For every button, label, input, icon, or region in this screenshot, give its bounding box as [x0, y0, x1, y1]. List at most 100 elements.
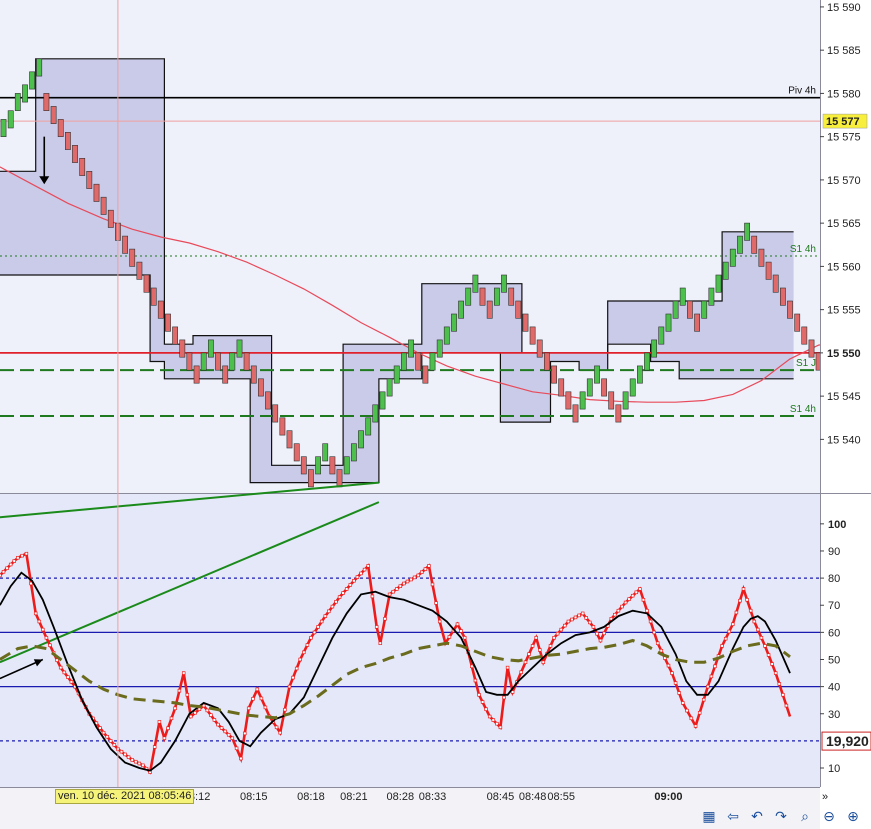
renko-brick	[565, 391, 572, 410]
price-tick-label: 15 585	[827, 45, 861, 57]
oscillator-marker	[470, 664, 474, 669]
oscillator-marker	[584, 616, 588, 620]
oscillator-marker	[230, 736, 235, 740]
oscillator-marker	[101, 730, 106, 735]
oscillator-marker	[455, 622, 460, 626]
oscillator-marker	[44, 636, 49, 640]
renko-brick	[107, 209, 114, 228]
time-tick-label: 08:55	[547, 791, 575, 803]
oscillator-marker	[706, 684, 710, 689]
oscillator-marker	[709, 674, 714, 679]
back-arrow-icon[interactable]: ⇦	[724, 808, 742, 826]
oscillator-marker	[641, 598, 646, 602]
renko-brick	[758, 248, 765, 267]
chart-canvas[interactable]: Piv 4h S1 4h S1 J S1 4h 15 540 15 545 15 550 15…	[0, 0, 871, 829]
renko-brick	[272, 404, 279, 423]
oscillator-marker	[327, 609, 331, 614]
oscillator-marker	[212, 718, 217, 722]
oscillator-marker	[673, 681, 678, 685]
oscillator-marker	[8, 562, 13, 567]
oscillator-marker	[616, 608, 621, 613]
renko-brick	[157, 300, 164, 319]
renko-brick	[722, 261, 729, 280]
oscillator-marker	[548, 644, 553, 648]
oscillator-marker	[648, 619, 653, 624]
renko-brick	[572, 404, 579, 423]
oscillator-marker	[652, 630, 656, 635]
oscillator-marker	[173, 706, 177, 711]
renko-brick	[136, 261, 143, 280]
oscillator-marker	[602, 631, 606, 636]
renko-brick	[379, 391, 386, 410]
oscillator-marker	[383, 617, 387, 621]
oscillator-marker	[756, 627, 760, 632]
time-tick-label: 08:15	[240, 791, 268, 803]
renko-brick	[50, 106, 57, 125]
oscillator-marker	[731, 622, 735, 626]
renko-brick	[751, 235, 758, 254]
oscillator-marker	[62, 670, 67, 675]
oscillator-marker	[666, 663, 671, 668]
oscillator-marker	[447, 635, 452, 639]
renko-brick	[737, 235, 743, 254]
renko-brick	[79, 158, 86, 176]
renko-brick	[250, 365, 257, 384]
renko-brick	[529, 326, 536, 345]
oscillator-marker	[405, 579, 410, 584]
redo-icon[interactable]: ↷	[772, 808, 790, 826]
oscillator-marker	[487, 714, 492, 719]
renko-brick	[515, 300, 522, 319]
oscillator-value-label: 19,920	[826, 733, 869, 749]
oscillator-marker	[243, 731, 247, 736]
renko-brick	[601, 378, 607, 397]
renko-brick	[508, 287, 515, 306]
renko-brick	[14, 93, 21, 112]
oscillator-marker	[770, 662, 774, 666]
oscillator-marker	[126, 755, 131, 759]
renko-brick	[229, 352, 236, 371]
renko-brick	[265, 391, 271, 410]
chart-settings-icon[interactable]: ▦	[700, 808, 718, 826]
oscillator-marker	[251, 697, 255, 701]
renko-brick	[122, 235, 128, 254]
renko-brick	[701, 300, 708, 319]
oscillator-marker	[588, 620, 592, 625]
oscillator-marker	[119, 749, 124, 754]
renko-brick	[801, 326, 808, 345]
oscillator-marker	[330, 604, 335, 609]
zoom-in-icon[interactable]: ⊕	[844, 808, 862, 826]
renko-brick	[551, 365, 557, 384]
oscillator-marker	[670, 671, 674, 675]
cursor-date-label: ven. 10 déc. 2021 08:05:46	[55, 789, 195, 804]
renko-brick	[443, 326, 450, 345]
oscillator-marker	[130, 758, 134, 762]
zoom-fit-icon[interactable]: ⌕	[796, 808, 814, 826]
oscillator-marker	[305, 643, 310, 647]
oscillator-tick-label: 30	[828, 709, 840, 721]
oscillator-marker	[69, 680, 74, 684]
undo-icon[interactable]: ↶	[748, 808, 766, 826]
time-tick-label: 08:21	[340, 791, 368, 803]
renko-brick	[622, 391, 629, 410]
oscillator-marker	[246, 706, 251, 711]
oscillator-marker	[352, 579, 356, 583]
oscillator-marker	[741, 587, 746, 591]
renko-brick	[651, 339, 657, 358]
renko-brick	[186, 352, 193, 371]
renko-brick	[350, 443, 357, 462]
renko-brick	[293, 443, 300, 462]
oscillator-marker	[319, 619, 324, 624]
zoom-out-icon[interactable]: ⊖	[820, 808, 838, 826]
renko-brick	[372, 404, 379, 423]
renko-brick	[257, 378, 264, 397]
renko-brick	[86, 171, 93, 189]
oscillator-marker	[169, 716, 174, 721]
renko-brick	[93, 183, 100, 202]
oscillator-marker	[316, 625, 320, 629]
oscillator-tick-label: 80	[828, 573, 840, 585]
oscillator-marker	[681, 701, 685, 705]
time-tick-label: 09:00	[654, 791, 682, 803]
oscillator-marker	[534, 636, 538, 640]
oscillator-marker	[595, 631, 599, 636]
renko-brick	[386, 378, 393, 397]
